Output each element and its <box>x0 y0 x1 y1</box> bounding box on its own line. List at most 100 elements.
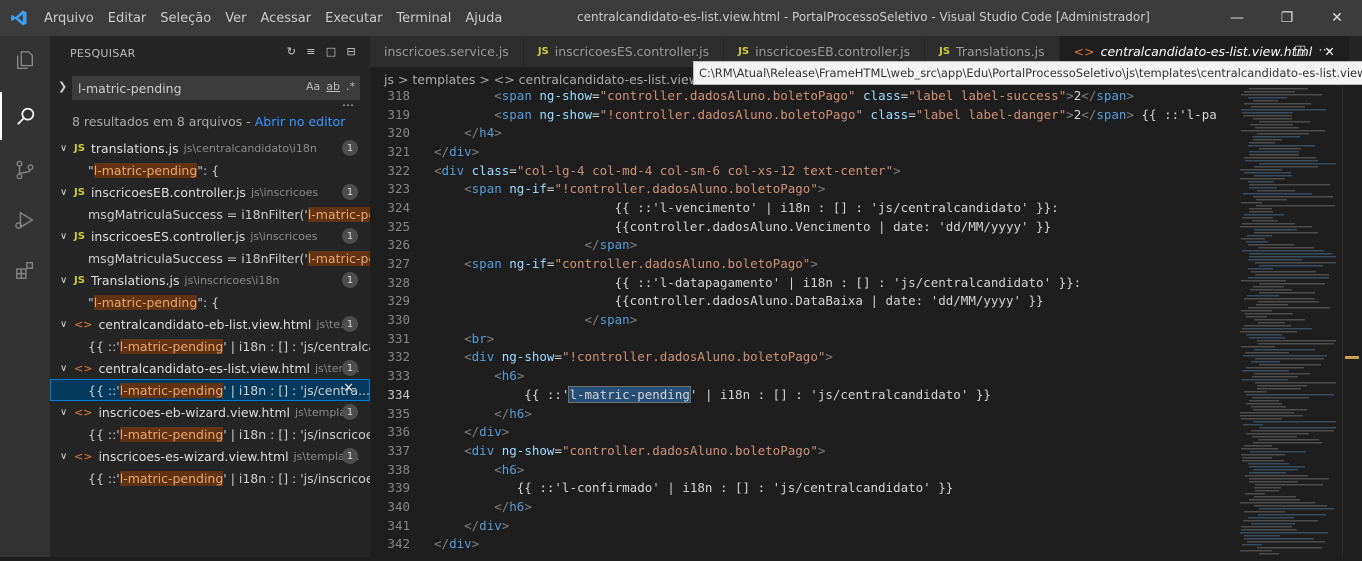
minimize-icon[interactable]: — <box>1212 0 1262 36</box>
minimap-line <box>1242 460 1284 462</box>
source-control-icon[interactable] <box>0 146 50 194</box>
minimap-line <box>1242 370 1289 372</box>
chevron-down-icon[interactable]: ∨ <box>60 363 74 374</box>
result-match[interactable]: {{ ::' l-matric-pending ' | i18n : [] : 'j… <box>50 335 370 357</box>
result-file-name: translations.js <box>90 140 179 156</box>
minimap-line <box>1259 265 1323 267</box>
run-debug-icon[interactable] <box>0 196 50 244</box>
vscode-logo-icon[interactable] <box>0 9 38 27</box>
code-editor[interactable]: 318 <span ng-show="controller.dadosAluno… <box>370 86 1228 557</box>
minimap-line <box>1244 103 1311 105</box>
minimap-line <box>1242 223 1295 225</box>
minimap-line <box>1242 544 1262 546</box>
close-icon[interactable]: ✕ <box>1312 0 1362 36</box>
menu-item-terminal[interactable]: Terminal <box>390 11 459 26</box>
result-count-badge: 1 <box>342 448 358 464</box>
more-options-icon[interactable]: ⋯ <box>342 98 354 112</box>
vertical-scrollbar[interactable] <box>1342 86 1362 557</box>
result-file[interactable]: ∨ JS translations.js js\centralcandidato\i1… <box>50 137 370 159</box>
result-match[interactable]: " l-matric-pending ": { <box>50 159 370 181</box>
minimap-line <box>1251 430 1334 432</box>
chevron-down-icon[interactable]: ∨ <box>60 407 74 418</box>
menu-item-ajuda[interactable]: Ajuda <box>459 11 510 26</box>
minimap-line <box>1251 106 1305 108</box>
code-line: 341 </div> <box>387 517 510 533</box>
minimap-line <box>1244 391 1267 393</box>
menu-item-executar[interactable]: Executar <box>319 11 390 26</box>
match-case-icon[interactable]: Aa <box>306 80 320 93</box>
minimap-line <box>1254 349 1315 351</box>
minimap-line <box>1255 274 1329 276</box>
result-file[interactable]: ∨ <> centralcandidato-es-list.view.html js\… <box>50 357 370 379</box>
minimap-line <box>1241 238 1265 240</box>
minimap-line <box>1241 280 1286 282</box>
result-match[interactable]: {{ ::' l-matric-pending ' | i18n : [] : 'j… <box>50 379 370 401</box>
code-line: 340 </h6> <box>387 498 532 514</box>
chevron-down-icon[interactable]: ∨ <box>60 319 74 330</box>
search-icon[interactable] <box>0 92 50 140</box>
chevron-down-icon[interactable]: ∨ <box>60 231 74 242</box>
toggle-replace-icon[interactable]: ❯ <box>58 80 67 93</box>
result-match[interactable]: {{ ::' l-matric-pending ' | i18n : [] : 'j… <box>50 423 370 445</box>
extensions-icon[interactable] <box>0 246 50 294</box>
minimap-line <box>1250 124 1293 126</box>
minimap-line <box>1244 535 1280 537</box>
minimap-line <box>1241 418 1282 420</box>
minimap-line <box>1246 241 1268 243</box>
use-regex-icon[interactable]: .* <box>346 80 355 93</box>
match-prefix: msgMatriculaSuccess = i18nFilter(' <box>88 250 308 266</box>
minimap-line <box>1251 523 1295 525</box>
collapse-all-icon[interactable]: ⊟ <box>346 45 356 58</box>
minimap-line <box>1253 469 1298 471</box>
minimap-line <box>1249 481 1298 483</box>
explorer-icon[interactable] <box>0 36 50 84</box>
menu-item-ver[interactable]: Ver <box>219 11 254 26</box>
clear-results-icon[interactable]: ≡ <box>306 45 316 58</box>
minimap-line <box>1252 136 1300 138</box>
split-editor-icon[interactable]: ◫ <box>1294 43 1306 58</box>
minimap-line <box>1247 235 1272 237</box>
menu-item-acessar[interactable]: Acessar <box>254 11 319 26</box>
activity-bar <box>0 36 50 557</box>
result-match[interactable]: {{ ::' l-matric-pending ' | i18n : [] : 'j… <box>50 467 370 489</box>
result-match[interactable]: msgMatriculaSuccess = i18nFilter(' l-matr… <box>50 247 370 269</box>
menu-item-arquivo[interactable]: Arquivo <box>38 11 102 26</box>
refresh-icon[interactable]: ↻ <box>287 45 297 58</box>
result-file[interactable]: ∨ JS Translations.js js\inscricoes\i18n 1 <box>50 269 370 291</box>
minimap[interactable] <box>1236 86 1342 557</box>
minimap-line <box>1249 151 1299 153</box>
result-file[interactable]: ∨ JS inscricoesEB.controller.js js\inscrico… <box>50 181 370 203</box>
result-file[interactable]: ∨ JS inscricoesES.controller.js js\inscrico… <box>50 225 370 247</box>
result-file[interactable]: ∨ <> inscricoes-eb-wizard.view.html js\temp… <box>50 401 370 423</box>
result-file[interactable]: ∨ <> inscricoes-es-wizard.view.html js\temp… <box>50 445 370 467</box>
match-whole-word-icon[interactable]: ab <box>326 80 340 93</box>
html-file-icon: <> <box>74 317 93 331</box>
open-in-editor-link[interactable]: Abrir no editor <box>255 114 346 129</box>
result-file-path: js\centralcandidato\i18n <box>183 141 317 155</box>
minimap-line <box>1242 457 1272 459</box>
chevron-down-icon[interactable]: ∨ <box>60 275 74 286</box>
result-file-name: centralcandidato-es-list.view.html <box>98 360 310 376</box>
chevron-down-icon[interactable]: ∨ <box>60 143 74 154</box>
minimap-line <box>1257 385 1307 387</box>
minimap-line <box>1244 511 1285 513</box>
dismiss-result-icon[interactable]: ✕ <box>343 381 354 396</box>
chevron-down-icon[interactable]: ∨ <box>60 451 74 462</box>
minimap-line <box>1247 295 1279 297</box>
minimap-line <box>1254 496 1296 498</box>
editor-tab[interactable]: inscricoes.service.js <box>370 36 524 67</box>
menu-item-editar[interactable]: Editar <box>102 11 155 26</box>
result-match[interactable]: msgMatriculaSuccess = i18nFilter(' l-matr… <box>50 203 370 225</box>
result-file-name: inscricoes-eb-wizard.view.html <box>98 404 291 420</box>
menu-item-seleção[interactable]: Seleção <box>154 11 219 26</box>
result-file[interactable]: ∨ <> centralcandidato-eb-list.view.html js\… <box>50 313 370 335</box>
maximize-icon[interactable]: ❐ <box>1262 0 1312 36</box>
minimap-line <box>1241 310 1272 312</box>
new-search-editor-icon[interactable]: □ <box>326 45 337 58</box>
chevron-down-icon[interactable]: ∨ <box>60 187 74 198</box>
more-actions-icon[interactable]: ⋯ <box>1318 43 1331 58</box>
result-match[interactable]: " l-matric-pending ": { <box>50 291 370 313</box>
match-prefix: {{ ::' <box>88 338 120 354</box>
minimap-line <box>1244 91 1295 93</box>
code-line: 327 <span ng-if="controller.dadosAluno.b… <box>387 256 818 272</box>
